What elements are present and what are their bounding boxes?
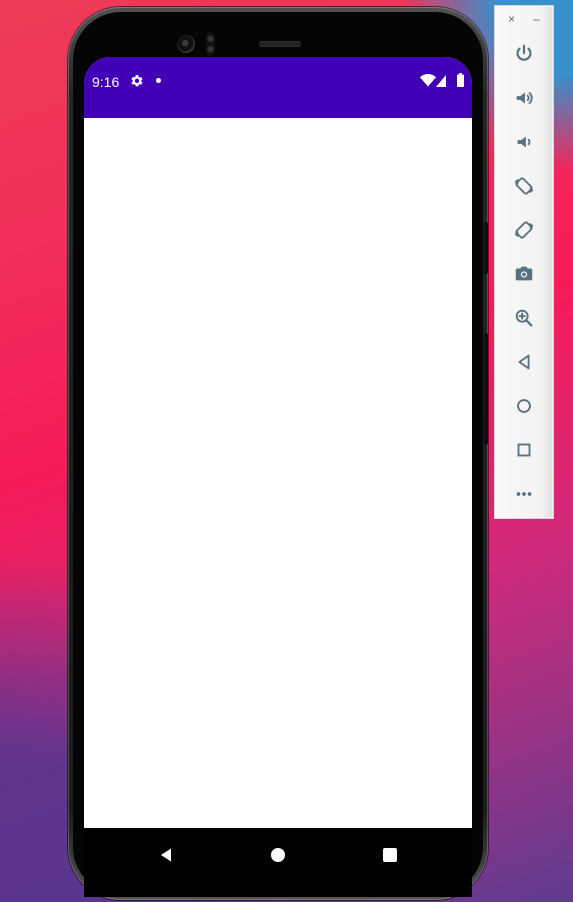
status-time: 9:16 [92,74,120,90]
home-circle-icon [271,848,285,862]
toolbar-screenshot-button[interactable] [513,263,535,285]
rotate-left-icon [514,177,534,195]
recents-square-icon [383,848,397,862]
overview-icon [517,443,531,457]
toolbar-volume-up-button[interactable] [513,87,535,109]
back-triangle-icon [161,848,171,862]
toolbar-power-button[interactable] [513,43,535,65]
window-minimize-button[interactable]: – [530,13,543,26]
toolbar-overview-button[interactable] [513,439,535,461]
battery-icon [457,73,464,87]
window-close-button[interactable]: × [505,13,518,26]
volume-up-icon [516,92,533,104]
toolbar-volume-down-button[interactable] [513,131,535,153]
hardware-volume-rocker[interactable] [484,333,488,445]
toolbar-home-button[interactable] [513,395,535,417]
app-content-area[interactable] [84,118,472,828]
toolbar-zoom-button[interactable] [513,307,535,329]
hardware-power-button[interactable] [484,222,488,274]
toolbar-back-button[interactable] [513,351,535,373]
toolbar-rotate-right-button[interactable] [513,219,535,241]
status-bar: 9:16 [84,57,472,118]
earpiece-speaker [259,41,301,47]
notification-dot-icon [156,78,161,83]
nav-recents-button[interactable] [377,842,403,868]
more-icon [516,492,532,496]
rotate-right-icon [514,221,534,239]
android-navigation-bar [84,828,472,897]
emulator-toolbar: × – [494,5,554,519]
wifi-icon [420,74,436,87]
nav-home-button[interactable] [265,842,291,868]
zoom-in-icon [515,309,533,327]
home-icon [517,399,531,413]
back-icon [518,354,530,370]
cellular-signal-icon [436,75,446,87]
front-sensor-icon [206,32,215,56]
volume-down-icon [517,136,531,148]
front-camera-icon [177,35,195,53]
nav-back-button[interactable] [153,842,179,868]
camera-icon [515,266,533,281]
device-screen[interactable]: 9:16 [84,57,472,897]
settings-gear-icon [130,74,144,88]
toolbar-more-button[interactable] [513,483,535,505]
power-icon [516,44,532,61]
toolbar-rotate-left-button[interactable] [513,175,535,197]
